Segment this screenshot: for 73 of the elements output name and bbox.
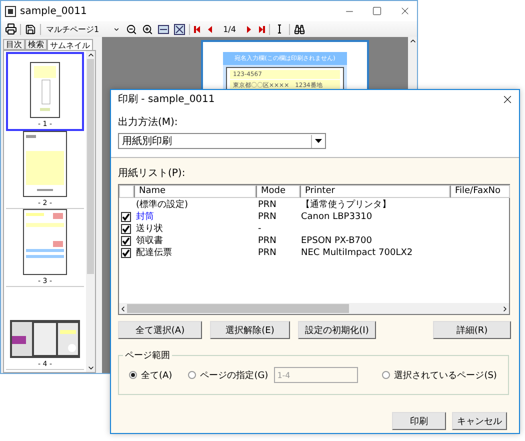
paper-row[interactable]: 配達伝票 PRN NEC MultiImpact 700LX2 [119, 246, 509, 258]
cancel-button[interactable]: キャンセル [452, 412, 507, 430]
checkbox[interactable] [121, 224, 131, 234]
thumbnail-drawing [10, 320, 80, 358]
page-range-radio[interactable]: 選択されているページ(S) [382, 368, 497, 382]
paper-row[interactable]: 領収書 PRN EPSON PX-B700 [119, 234, 509, 246]
table-cell-text: 領収書 [135, 234, 164, 247]
maximize-icon [372, 6, 382, 16]
last-page-icon[interactable] [256, 24, 266, 34]
list-action-button[interactable]: 選択解除(E) [210, 321, 290, 339]
text-cursor-icon [276, 24, 282, 34]
binoculars-button[interactable] [292, 22, 306, 36]
column-header[interactable]: Name [134, 185, 256, 198]
paper-row[interactable]: 送り状 - [119, 222, 509, 234]
output-method-label: 出力方法(M): [118, 116, 179, 129]
list-action-button[interactable]: 全て選択(A) [118, 321, 202, 339]
paper-row[interactable]: (標準の設定) PRN 【通常使うプリンタ】 [119, 198, 509, 210]
column-header[interactable]: Printer [300, 185, 450, 198]
caret-icon [113, 26, 120, 32]
scrollbar[interactable] [119, 303, 509, 314]
page-range-radio[interactable]: ページの指定(G) [188, 368, 268, 382]
column-header[interactable]: File/FaxNo [450, 185, 510, 198]
save-button[interactable] [24, 22, 37, 36]
group-label: ページ範囲 [123, 349, 172, 362]
paper-list-label: 用紙リスト(P): [118, 167, 186, 180]
table-cell-text: PRN [257, 236, 278, 246]
thumbnail-drawing [23, 209, 67, 275]
table-cell-text: PRN [257, 248, 278, 258]
thumbnail-drawing [30, 62, 60, 118]
page-range-radio[interactable]: 全て(A) [129, 368, 172, 382]
table-cell-text: 【通常使うプリンタ】 [300, 198, 392, 211]
column-header[interactable]: Mode [256, 185, 300, 198]
scroll-down-icon [86, 364, 94, 372]
page-mode-dropdown[interactable]: マルチページ1 [44, 22, 122, 36]
table-cell-text: - [257, 224, 262, 234]
print-button[interactable]: 印刷 [392, 412, 446, 430]
details-button[interactable]: 詳細(R) [433, 321, 511, 339]
output-method-dropdown[interactable]: 用紙別印刷 [118, 133, 326, 149]
scroll-up-icon [408, 37, 416, 45]
table-cell-text: PRN [257, 212, 278, 222]
scroll-up-icon [86, 51, 94, 59]
checkbox[interactable] [121, 212, 131, 222]
paper-row[interactable]: 封筒 PRN Canon LBP3310 [119, 210, 509, 222]
scrollbar[interactable] [86, 51, 95, 372]
sidebar-tab[interactable]: 目次 [3, 39, 25, 50]
dialog-title: 印刷 - sample_0011 [118, 92, 216, 106]
sidebar-tab[interactable]: 検索 [25, 39, 47, 50]
print-button[interactable] [4, 22, 17, 36]
close-icon [399, 5, 411, 17]
zoom-out-button[interactable] [125, 22, 138, 36]
table-cell-text: 送り状 [135, 222, 164, 235]
checkbox[interactable] [121, 236, 131, 246]
caret-icon [315, 139, 322, 143]
checkbox[interactable] [121, 248, 131, 258]
window-title: sample_0011 [20, 6, 88, 16]
table-cell-text: 配達伝票 [135, 246, 173, 259]
sidebar-tab[interactable]: サムネイル [47, 39, 93, 50]
table-cell-text: NEC MultiImpact 700LX2 [300, 248, 414, 258]
fit-width-button[interactable] [157, 22, 170, 36]
app-icon [5, 6, 16, 16]
table-cell-text: (標準の設定) [135, 198, 190, 211]
thumbnail-drawing [23, 131, 67, 197]
scroll-left-icon [119, 304, 127, 312]
table-cell-text: PRN [257, 200, 278, 210]
page-counter: 1/4 [222, 24, 237, 34]
table-cell-text: EPSON PX-B700 [300, 236, 373, 246]
table-cell-text: Canon LBP3310 [300, 212, 374, 222]
zoom-in-button[interactable] [141, 22, 154, 36]
first-page-icon[interactable] [193, 24, 202, 34]
fit-page-button[interactable] [173, 22, 186, 36]
table-cell-text: 封筒 [135, 210, 155, 223]
list-action-button[interactable]: 設定の初期化(I) [298, 321, 376, 339]
scroll-right-icon [501, 304, 509, 312]
